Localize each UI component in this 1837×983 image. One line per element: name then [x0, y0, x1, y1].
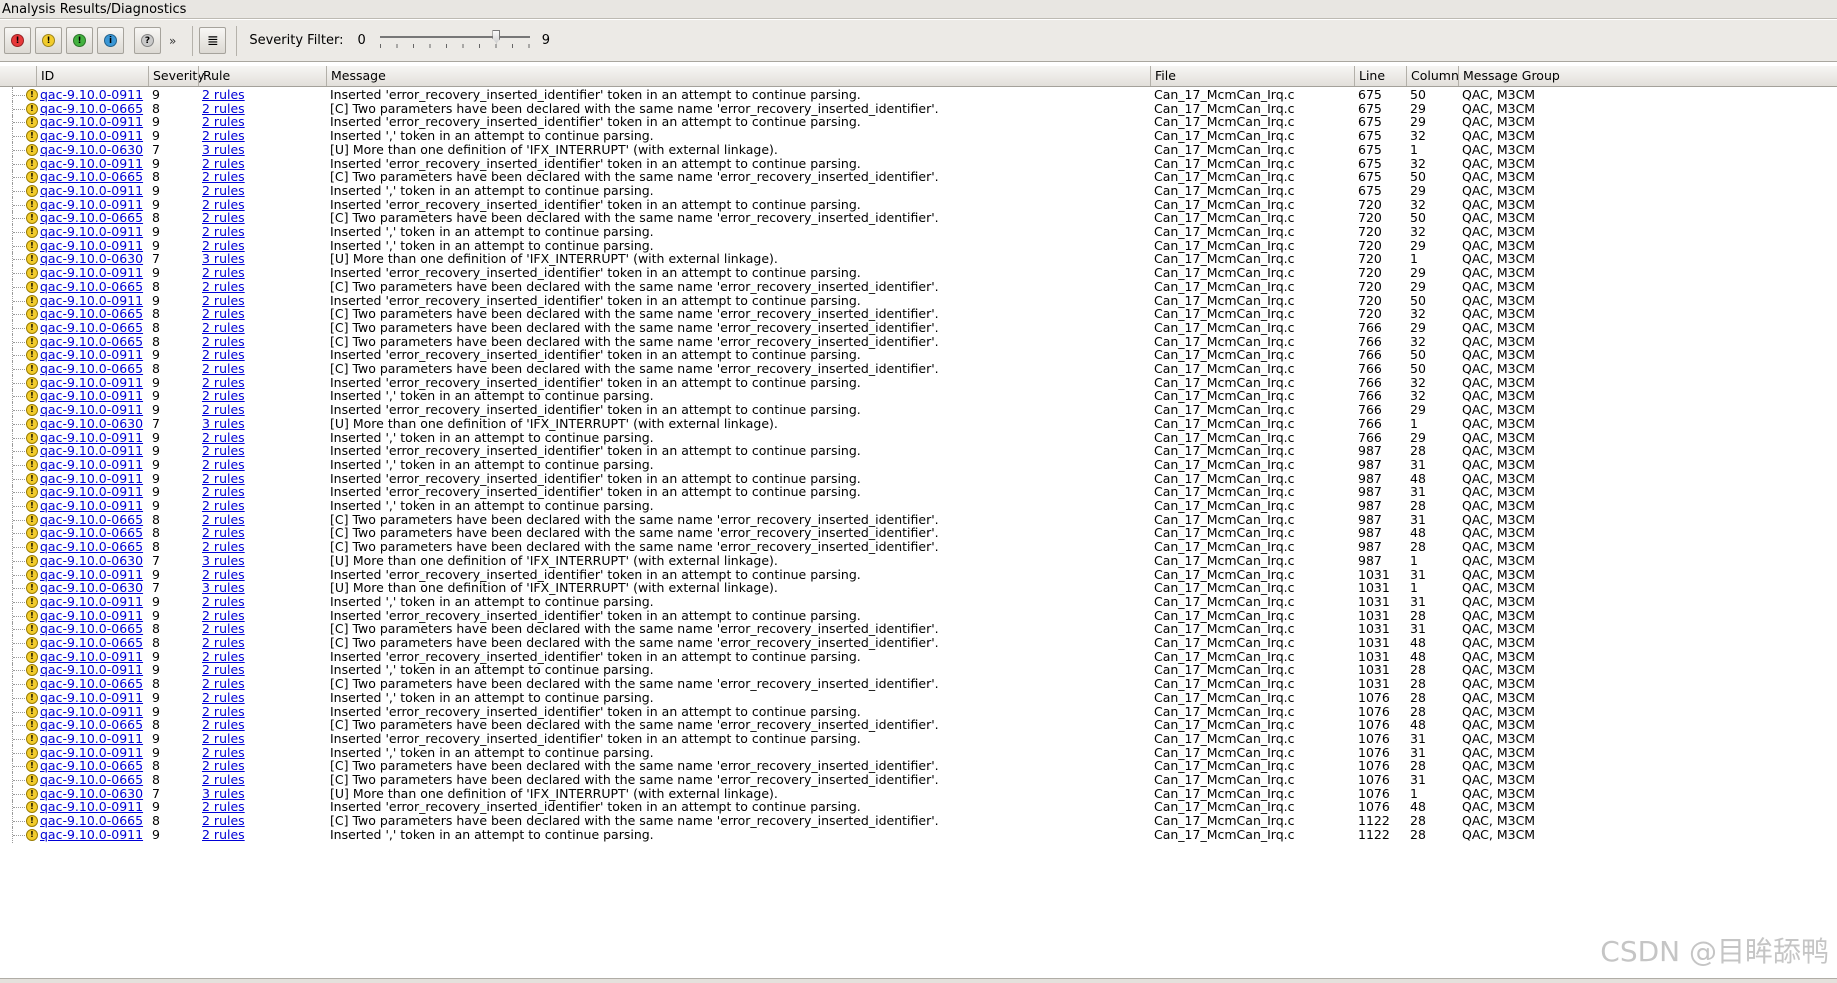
header-file[interactable]: File	[1150, 66, 1354, 86]
view-menu-button[interactable]: ≣	[199, 27, 227, 54]
horizontal-scrollbar[interactable]	[0, 978, 1837, 983]
cell-message-group: QAC, M3CM	[1462, 826, 1536, 842]
header-message[interactable]: Message	[326, 66, 1150, 86]
severity-level-icon: !	[42, 34, 55, 47]
severity-filter-max: 9	[541, 33, 551, 48]
header-severity[interactable]: Severity	[148, 66, 205, 86]
severity-level-icon: !	[11, 34, 24, 47]
toolbar: !!! i? » ≣ Severity Filter: 0 9	[0, 20, 1837, 62]
slider-track	[379, 35, 530, 38]
severity-toggle-button[interactable]: !	[66, 27, 93, 54]
toolbar-separator	[192, 25, 194, 56]
header-rule[interactable]: Rule	[198, 66, 326, 86]
slider-ticks	[379, 43, 530, 48]
header-id[interactable]: ID	[36, 66, 148, 86]
slider-thumb[interactable]	[492, 29, 501, 44]
toolbar-separator	[236, 25, 238, 56]
severity-filter-min: 0	[357, 33, 366, 48]
cell-message: Inserted ',' token in an attempt to cont…	[330, 826, 654, 842]
cell-file: Can_17_McmCan_Irq.c	[1154, 826, 1295, 842]
table-row[interactable]: ! qac-9.10.0-0911 9 2 rules Inserted ',' tok…	[0, 826, 1837, 843]
severity-toggle-button[interactable]: !	[35, 27, 62, 54]
severity-toggle-button[interactable]: !	[4, 27, 31, 54]
cell-rule-link[interactable]: 2 rules	[198, 827, 326, 843]
severity-level-icon: !	[73, 34, 86, 47]
severity-filter-label: Severity Filter:	[249, 33, 344, 48]
header-message-group[interactable]: Message Group	[1458, 66, 1837, 86]
header-tree-column	[0, 66, 36, 86]
severity-button-group: !!! i?	[4, 27, 165, 54]
cell-severity: 9	[152, 826, 160, 842]
cell-line: 1122	[1358, 826, 1390, 842]
severity-toggle-button[interactable]: i	[97, 27, 124, 54]
header-line[interactable]: Line	[1354, 66, 1406, 86]
toolbar-overflow-button[interactable]: »	[169, 34, 176, 48]
header-column[interactable]: Column	[1406, 66, 1459, 86]
severity-toggle-button[interactable]: ?	[134, 27, 161, 54]
list-menu-icon: ≣	[206, 32, 219, 49]
results-table: ID Severity Rule Message File Line Column Messa…	[0, 66, 1837, 982]
table-header: ID Severity Rule Message File Line Column Messa…	[0, 66, 1837, 87]
cell-column: 28	[1410, 826, 1426, 842]
severity-level-icon: i	[104, 34, 117, 47]
severity-level-icon: ?	[141, 34, 154, 47]
window-title: Analysis Results/Diagnostics	[0, 0, 1837, 19]
severity-filter-slider[interactable]	[379, 28, 530, 54]
cell-id-link[interactable]: qac-9.10.0-0911	[36, 827, 148, 843]
